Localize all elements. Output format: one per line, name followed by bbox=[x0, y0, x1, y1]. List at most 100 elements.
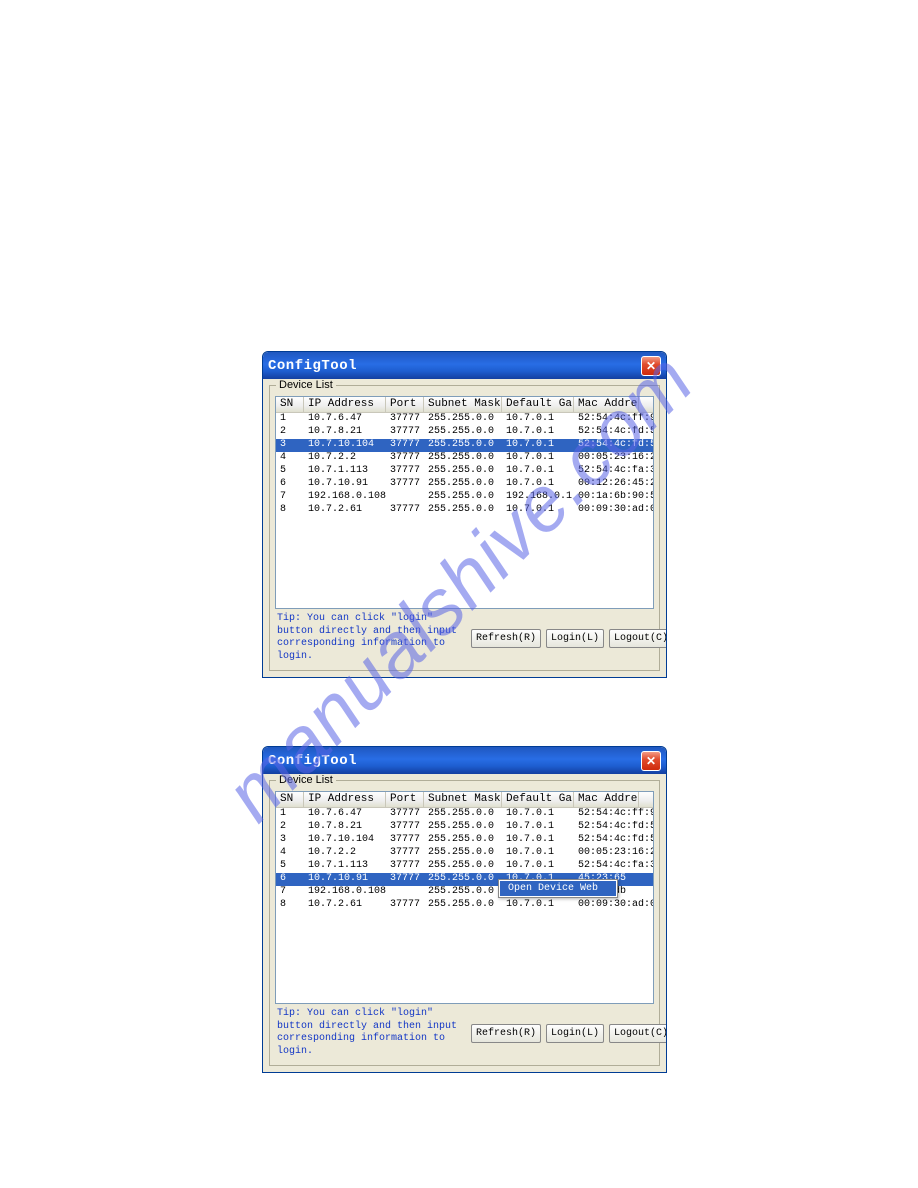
device-list[interactable]: SN IP Address Port Subnet Mask Default G… bbox=[275, 791, 654, 1004]
header-port[interactable]: Port bbox=[386, 397, 424, 412]
table-cell: 37777 bbox=[386, 413, 424, 426]
table-cell: 5 bbox=[276, 465, 304, 478]
window-title: ConfigTool bbox=[268, 753, 357, 769]
table-cell: 37777 bbox=[386, 860, 424, 873]
table-row[interactable]: 310.7.10.10437777255.255.0.010.7.0.152:5… bbox=[276, 834, 653, 847]
login-button[interactable]: Login(L) bbox=[546, 629, 604, 648]
device-list-group: Device List SN IP Address Port Subnet Ma… bbox=[269, 780, 660, 1066]
table-cell: 10.7.6.47 bbox=[304, 808, 386, 821]
config-tool-window: ConfigTool ✕ Device List SN IP Address P… bbox=[262, 351, 667, 678]
footer: Tip: You can click "login" button direct… bbox=[275, 1004, 654, 1060]
table-cell: 255.255.0.0 bbox=[424, 439, 502, 452]
table-cell: 10.7.6.47 bbox=[304, 413, 386, 426]
header-port[interactable]: Port bbox=[386, 792, 424, 807]
table-row[interactable]: 310.7.10.10437777255.255.0.010.7.0.152:5… bbox=[276, 439, 653, 452]
table-header: SN IP Address Port Subnet Mask Default G… bbox=[276, 792, 653, 808]
table-row[interactable]: 410.7.2.237777255.255.0.010.7.0.100:05:2… bbox=[276, 847, 653, 860]
header-sn[interactable]: SN bbox=[276, 397, 304, 412]
table-cell: 255.255.0.0 bbox=[424, 478, 502, 491]
header-spacer bbox=[639, 397, 653, 412]
table-cell: 37777 bbox=[386, 808, 424, 821]
table-cell: 10.7.0.1 bbox=[502, 413, 574, 426]
table-cell: 10.7.8.21 bbox=[304, 426, 386, 439]
refresh-button[interactable]: Refresh(R) bbox=[471, 1024, 541, 1043]
table-row[interactable]: 610.7.10.9137777255.255.0.010.7.0.100:12… bbox=[276, 478, 653, 491]
table-cell: 2 bbox=[276, 821, 304, 834]
header-ip[interactable]: IP Address bbox=[304, 792, 386, 807]
header-mac[interactable]: Mac Address bbox=[574, 792, 639, 807]
table-row[interactable]: 410.7.2.237777255.255.0.010.7.0.100:05:2… bbox=[276, 452, 653, 465]
table-cell: 10.7.0.1 bbox=[502, 504, 574, 517]
table-cell: 37777 bbox=[386, 478, 424, 491]
table-cell: 37777 bbox=[386, 847, 424, 860]
table-cell: 255.255.0.0 bbox=[424, 873, 502, 886]
group-label: Device List bbox=[276, 774, 336, 786]
table-header: SN IP Address Port Subnet Mask Default G… bbox=[276, 397, 653, 413]
table-cell: 52:54:4c:fd:58:51 bbox=[574, 834, 653, 847]
table-row[interactable]: 810.7.2.6137777255.255.0.010.7.0.100:09:… bbox=[276, 504, 653, 517]
group-label: Device List bbox=[276, 379, 336, 391]
table-cell: 8 bbox=[276, 504, 304, 517]
table-cell: 1 bbox=[276, 413, 304, 426]
close-icon[interactable]: ✕ bbox=[641, 356, 661, 376]
title-bar[interactable]: ConfigTool ✕ bbox=[263, 352, 666, 379]
table-cell: 10.7.10.91 bbox=[304, 478, 386, 491]
table-cell: 255.255.0.0 bbox=[424, 452, 502, 465]
table-cell: 37777 bbox=[386, 465, 424, 478]
table-cell: 10.7.1.113 bbox=[304, 860, 386, 873]
header-mask[interactable]: Subnet Mask bbox=[424, 792, 502, 807]
table-cell: 255.255.0.0 bbox=[424, 413, 502, 426]
table-cell: 52:54:4c:fd:58:e4 bbox=[574, 821, 653, 834]
table-row[interactable]: 210.7.8.2137777255.255.0.010.7.0.152:54:… bbox=[276, 821, 653, 834]
table-cell: 37777 bbox=[386, 834, 424, 847]
table-cell: 10.7.1.113 bbox=[304, 465, 386, 478]
table-cell: 10.7.0.1 bbox=[502, 834, 574, 847]
header-spacer bbox=[639, 792, 653, 807]
table-cell: 00:05:23:16:24:48 bbox=[574, 452, 653, 465]
device-list[interactable]: SN IP Address Port Subnet Mask Default G… bbox=[275, 396, 654, 609]
device-list-group: Device List SN IP Address Port Subnet Ma… bbox=[269, 385, 660, 671]
table-cell: 255.255.0.0 bbox=[424, 886, 502, 899]
refresh-button[interactable]: Refresh(R) bbox=[471, 629, 541, 648]
table-cell: 4 bbox=[276, 452, 304, 465]
header-gateway[interactable]: Default Gat... bbox=[502, 792, 574, 807]
table-row[interactable]: 810.7.2.6137777255.255.0.010.7.0.100:09:… bbox=[276, 899, 653, 912]
table-row[interactable]: 510.7.1.11337777255.255.0.010.7.0.152:54… bbox=[276, 465, 653, 478]
table-cell: 255.255.0.0 bbox=[424, 491, 502, 504]
title-bar[interactable]: ConfigTool ✕ bbox=[263, 747, 666, 774]
header-gateway[interactable]: Default Gat... bbox=[502, 397, 574, 412]
table-cell: 10.7.10.104 bbox=[304, 834, 386, 847]
table-row[interactable]: 110.7.6.4737777255.255.0.010.7.0.152:54:… bbox=[276, 413, 653, 426]
window-body: Device List SN IP Address Port Subnet Ma… bbox=[263, 379, 666, 677]
table-cell: 52:54:4c:fa:35:37 bbox=[574, 465, 653, 478]
header-mask[interactable]: Subnet Mask bbox=[424, 397, 502, 412]
header-mac[interactable]: Mac Address bbox=[574, 397, 639, 412]
table-row[interactable]: 7192.168.0.108255.255.0.0192.168.0.100:1… bbox=[276, 491, 653, 504]
tip-text: Tip: You can click "login" button direct… bbox=[277, 613, 467, 663]
table-cell: 52:54:4c:fa:35:37 bbox=[574, 860, 653, 873]
header-ip[interactable]: IP Address bbox=[304, 397, 386, 412]
table-cell: 37777 bbox=[386, 439, 424, 452]
table-cell: 37777 bbox=[386, 426, 424, 439]
close-icon[interactable]: ✕ bbox=[641, 751, 661, 771]
context-menu-item-open-web[interactable]: Open Device Web bbox=[500, 881, 616, 896]
table-cell: 255.255.0.0 bbox=[424, 847, 502, 860]
config-tool-window: ConfigTool ✕ Device List SN IP Address P… bbox=[262, 746, 667, 1073]
table-cell: 5 bbox=[276, 860, 304, 873]
table-row[interactable]: 210.7.8.2137777255.255.0.010.7.0.152:54:… bbox=[276, 426, 653, 439]
header-sn[interactable]: SN bbox=[276, 792, 304, 807]
table-cell: 00:12:26:45:23:65 bbox=[574, 478, 653, 491]
table-cell: 10.7.0.1 bbox=[502, 808, 574, 821]
table-row[interactable]: 510.7.1.11337777255.255.0.010.7.0.152:54… bbox=[276, 860, 653, 873]
table-cell: 52:54:4c:fd:58:51 bbox=[574, 439, 653, 452]
table-cell: 52:54:4c:ff:90:5d bbox=[574, 413, 653, 426]
table-cell: 3 bbox=[276, 439, 304, 452]
logout-button[interactable]: Logout(C) bbox=[609, 1024, 667, 1043]
login-button[interactable]: Login(L) bbox=[546, 1024, 604, 1043]
logout-button[interactable]: Logout(C) bbox=[609, 629, 667, 648]
table-cell: 7 bbox=[276, 886, 304, 899]
table-cell: 10.7.8.21 bbox=[304, 821, 386, 834]
context-menu[interactable]: Open Device Web bbox=[498, 879, 618, 898]
table-cell: 10.7.0.1 bbox=[502, 452, 574, 465]
table-row[interactable]: 110.7.6.4737777255.255.0.010.7.0.152:54:… bbox=[276, 808, 653, 821]
